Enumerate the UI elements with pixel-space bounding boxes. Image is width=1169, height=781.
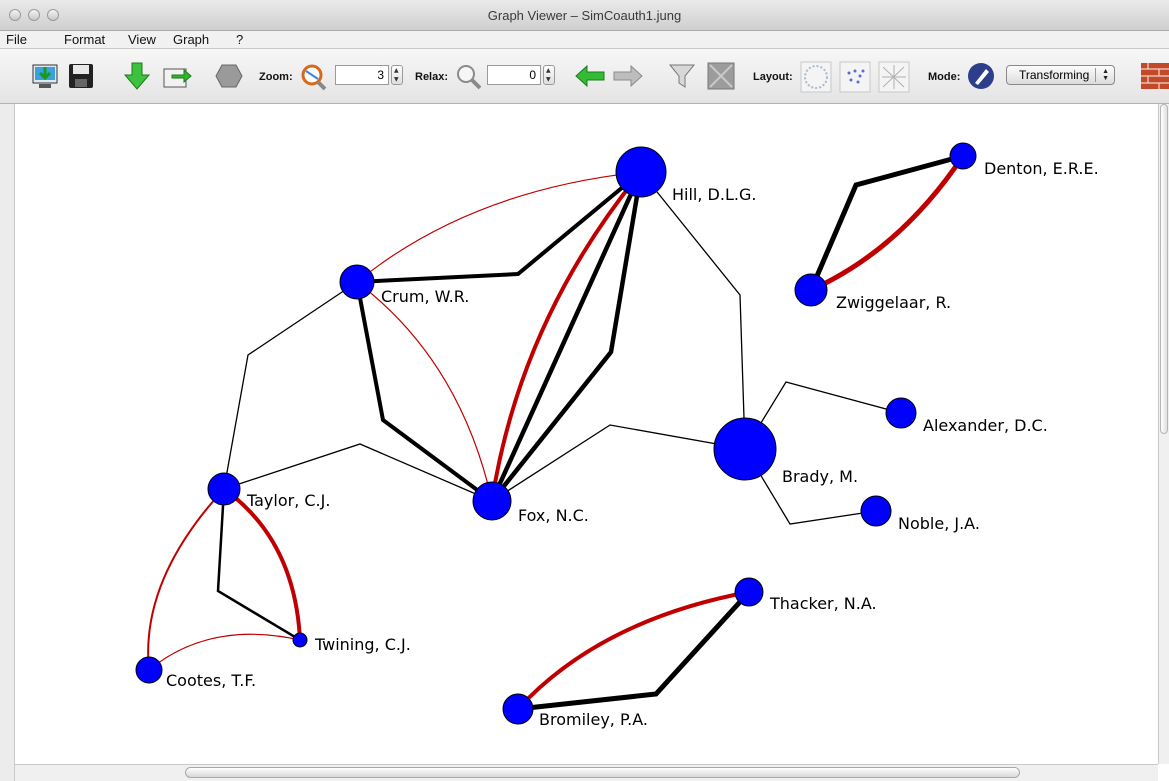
node-noble[interactable]: [860, 495, 892, 527]
mode-label: Mode:: [928, 71, 961, 83]
redo-arrow-icon[interactable]: [612, 62, 644, 90]
node-label-fox: Fox, N.C.: [518, 506, 589, 525]
import-icon[interactable]: [30, 61, 60, 91]
node-fox[interactable]: [472, 481, 512, 521]
node-label-taylor: Taylor, C.J.: [246, 491, 330, 510]
title-bar: Graph Viewer – SimCoauth1.jung: [0, 0, 1169, 31]
relax-input[interactable]: 0: [487, 65, 541, 85]
edge-taylor-cootes[interactable]: [147, 488, 225, 671]
hexagon-icon[interactable]: [214, 61, 244, 91]
node-label-twining: Twining, C.J.: [314, 635, 411, 654]
scatter-layout-icon[interactable]: [839, 61, 871, 93]
edge-taylor-crum[interactable]: [223, 281, 358, 490]
dropdown-divider: [1095, 68, 1096, 82]
edge-layer: [147, 153, 966, 712]
edge-hill-brady[interactable]: [640, 171, 746, 450]
node-label-cootes: Cootes, T.F.: [166, 671, 256, 690]
mode-dropdown[interactable]: Transforming ▲ ▼: [1006, 65, 1115, 85]
save-icon[interactable]: [66, 61, 96, 91]
mode-value: Transforming: [1019, 68, 1090, 82]
node-label-crum: Crum, W.R.: [381, 287, 469, 306]
node-label-zwiggelaar: Zwiggelaar, R.: [836, 293, 951, 312]
edge-thacker-bromiley-black[interactable]: [517, 590, 751, 712]
filter-funnel-icon[interactable]: [667, 61, 697, 91]
window-title: Graph Viewer – SimCoauth1.jung: [487, 8, 682, 23]
zoom-icon: [301, 64, 327, 91]
dropdown-caret-icon: ▲ ▼: [1102, 68, 1109, 82]
node-label-noble: Noble, J.A.: [898, 514, 980, 533]
zoom-input[interactable]: 3: [335, 65, 389, 85]
graph-canvas[interactable]: Hill, D.L.G. Crum, W.R. Fox, N.C. Taylor…: [15, 104, 1158, 764]
menu-bar: File Format View Graph ?: [0, 31, 1169, 49]
vertical-scroll-thumb[interactable]: [1160, 104, 1168, 434]
node-alexander[interactable]: [885, 397, 917, 429]
node-label-brady: Brady, M.: [782, 467, 858, 486]
edge-crum-fox-black[interactable]: [355, 281, 494, 503]
left-border: [0, 104, 15, 781]
node-brady[interactable]: [713, 417, 777, 481]
menu-graph[interactable]: Graph: [173, 32, 209, 47]
undo-arrow-icon[interactable]: [574, 62, 606, 90]
node-cootes[interactable]: [135, 656, 163, 684]
circle-layout-icon[interactable]: [800, 61, 832, 93]
node-label-thacker: Thacker, N.A.: [769, 594, 877, 613]
node-taylor[interactable]: [207, 472, 241, 506]
node-label-alexander: Alexander, D.C.: [923, 416, 1048, 435]
relax-spinner[interactable]: 0 ▲ ▼: [487, 65, 557, 85]
relax-stepper[interactable]: ▲ ▼: [543, 65, 555, 85]
mode-pen-icon: [968, 63, 994, 89]
edge-hill-fox-black-a[interactable]: [489, 171, 644, 502]
download-icon[interactable]: [122, 61, 152, 91]
horizontal-scroll-thumb[interactable]: [185, 767, 1020, 778]
zoom-spinner[interactable]: 3 ▲ ▼: [335, 65, 405, 85]
menu-file[interactable]: File: [6, 32, 27, 47]
node-bromiley[interactable]: [502, 693, 534, 725]
horizontal-scrollbar[interactable]: [15, 764, 1158, 781]
edge-thacker-bromiley-red[interactable]: [516, 590, 750, 711]
node-layer: [135, 142, 977, 725]
edge-cootes-twining[interactable]: [148, 633, 301, 671]
spring-layout-icon[interactable]: [878, 61, 910, 93]
zoom-stepper[interactable]: ▲ ▼: [391, 65, 403, 85]
layout-label: Layout:: [753, 71, 793, 83]
node-hill[interactable]: [615, 146, 667, 198]
toolbar: Zoom: 3 ▲ ▼ Relax: 0 ▲ ▼ Layout: Mode: T…: [0, 49, 1169, 104]
edge-fox-brady[interactable]: [491, 424, 746, 502]
relax-magnifier-icon: [457, 65, 482, 90]
node-zwiggelaar[interactable]: [794, 273, 828, 307]
menu-help[interactable]: ?: [236, 32, 243, 47]
vertical-scrollbar[interactable]: [1158, 104, 1169, 764]
edge-taylor-twining-black[interactable]: [216, 488, 301, 642]
brick-wall-icon[interactable]: [1139, 63, 1169, 89]
node-label-hill: Hill, D.L.G.: [672, 185, 756, 204]
zoom-label: Zoom:: [259, 71, 293, 83]
node-label-denton: Denton, E.R.E.: [984, 159, 1099, 178]
edge-denton-zwiggelaar-black[interactable]: [808, 153, 964, 291]
node-label-bromiley: Bromiley, P.A.: [539, 710, 648, 729]
node-denton[interactable]: [949, 142, 977, 170]
node-thacker[interactable]: [734, 577, 764, 607]
node-crum[interactable]: [339, 264, 375, 300]
menu-view[interactable]: View: [128, 32, 156, 47]
node-twining[interactable]: [292, 632, 308, 648]
relax-label: Relax:: [415, 71, 449, 83]
menu-format[interactable]: Format: [64, 32, 105, 47]
clear-icon[interactable]: [706, 61, 736, 91]
export-icon[interactable]: [162, 61, 192, 91]
